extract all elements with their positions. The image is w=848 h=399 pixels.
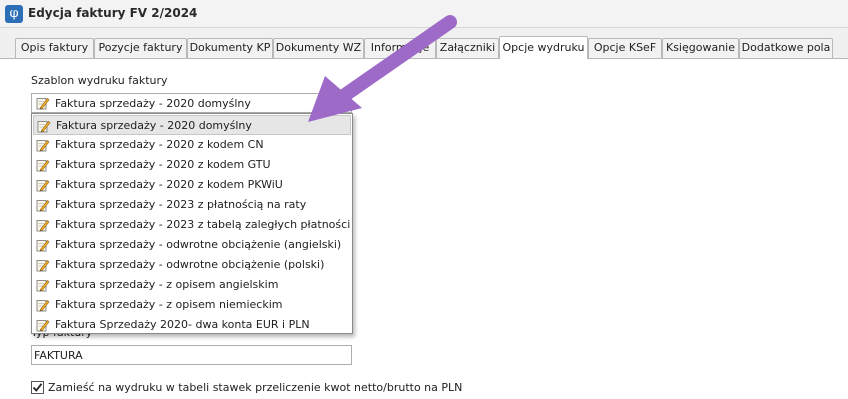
dropdown-option-opis-niemiecki[interactable]: Faktura sprzedaży - z opisem niemieckim bbox=[33, 295, 351, 315]
dropdown-option-label: Faktura Sprzedaży 2020- dwa konta EUR i … bbox=[55, 318, 310, 331]
document-edit-icon bbox=[36, 279, 50, 292]
dropdown-option-label: Faktura sprzedaży - z opisem niemieckim bbox=[55, 298, 283, 311]
template-dropdown-list: Faktura sprzedaży - 2020 domyślny Faktur… bbox=[31, 113, 353, 334]
dropdown-option-2020-domyslny[interactable]: Faktura sprzedaży - 2020 domyślny bbox=[33, 115, 351, 135]
document-edit-icon bbox=[36, 199, 50, 212]
document-edit-icon bbox=[36, 219, 50, 232]
dropdown-option-label: Faktura sprzedaży - odwrotne obciążenie … bbox=[55, 238, 342, 251]
template-combobox-value: Faktura sprzedaży - 2020 domyślny bbox=[55, 97, 251, 110]
document-edit-icon bbox=[36, 319, 50, 332]
tab-pozycje-faktury[interactable]: Pozycje faktury bbox=[94, 38, 187, 58]
tab-opcje-wydruku[interactable]: Opcje wydruku bbox=[499, 36, 588, 59]
dropdown-option-label: Faktura sprzedaży - 2020 z kodem GTU bbox=[55, 158, 271, 171]
tab-opcje-ksef[interactable]: Opcje KSeF bbox=[588, 38, 662, 58]
dropdown-option-label: Faktura sprzedaży - 2023 z tabelą zaległ… bbox=[55, 218, 351, 231]
phi-app-icon: φ bbox=[5, 5, 23, 23]
tab-ksiegowanie[interactable]: Księgowanie bbox=[662, 38, 739, 58]
document-edit-icon bbox=[36, 97, 50, 110]
dropdown-option-2020-kod-cn[interactable]: Faktura sprzedaży - 2020 z kodem CN bbox=[33, 135, 351, 155]
dropdown-option-odwrotne-polski[interactable]: Faktura sprzedaży - odwrotne obciążenie … bbox=[33, 255, 351, 275]
title-bar: φ Edycja faktury FV 2/2024 bbox=[0, 0, 848, 28]
dropdown-option-opis-angielski[interactable]: Faktura sprzedaży - z opisem angielskim bbox=[33, 275, 351, 295]
tab-informacje[interactable]: Informacje bbox=[364, 38, 436, 58]
dropdown-option-2020-kod-pkwiu[interactable]: Faktura sprzedaży - 2020 z kodem PKWiU bbox=[33, 175, 351, 195]
dropdown-option-label: Faktura sprzedaży - 2020 domyślny bbox=[56, 119, 252, 132]
dropdown-option-2020-kod-gtu[interactable]: Faktura sprzedaży - 2020 z kodem GTU bbox=[33, 155, 351, 175]
pln-conversion-checkbox[interactable] bbox=[31, 381, 44, 394]
dropdown-option-label: Faktura sprzedaży - odwrotne obciążenie … bbox=[55, 258, 325, 271]
tab-zalaczniki[interactable]: Załączniki bbox=[436, 38, 499, 58]
tab-dokumenty-wz[interactable]: Dokumenty WZ bbox=[273, 38, 364, 58]
document-edit-icon bbox=[36, 239, 50, 252]
dropdown-option-label: Faktura sprzedaży - 2023 z płatnością na… bbox=[55, 198, 307, 211]
dropdown-option-label: Faktura sprzedaży - 2020 z kodem CN bbox=[55, 138, 264, 151]
dropdown-option-label: Faktura sprzedaży - z opisem angielskim bbox=[55, 278, 279, 291]
tab-dokumenty-kp[interactable]: Dokumenty KP bbox=[187, 38, 273, 58]
tab-strip: Opis faktury Pozycje faktury Dokumenty K… bbox=[0, 36, 848, 59]
dropdown-option-dwa-konta[interactable]: Faktura Sprzedaży 2020- dwa konta EUR i … bbox=[33, 315, 351, 335]
tab-opis-faktury[interactable]: Opis faktury bbox=[15, 38, 94, 58]
document-edit-icon bbox=[36, 299, 50, 312]
dropdown-option-2023-raty[interactable]: Faktura sprzedaży - 2023 z płatnością na… bbox=[33, 195, 351, 215]
document-edit-icon bbox=[36, 139, 50, 152]
dropdown-option-2023-zalegle[interactable]: Faktura sprzedaży - 2023 z tabelą zaległ… bbox=[33, 215, 351, 235]
document-edit-icon bbox=[36, 259, 50, 272]
tab-dodatkowe-pola[interactable]: Dodatkowe pola bbox=[739, 38, 833, 58]
template-combobox[interactable]: Faktura sprzedaży - 2020 domyślny bbox=[31, 93, 352, 113]
dropdown-option-odwrotne-angielski[interactable]: Faktura sprzedaży - odwrotne obciążenie … bbox=[33, 235, 351, 255]
checkmark-icon bbox=[32, 383, 43, 392]
invoice-type-field[interactable]: FAKTURA bbox=[31, 345, 352, 365]
document-edit-icon bbox=[36, 159, 50, 172]
window-title: Edycja faktury FV 2/2024 bbox=[28, 6, 198, 20]
pln-conversion-label: Zamieść na wydruku w tabeli stawek przel… bbox=[48, 381, 463, 394]
template-label: Szablon wydruku faktury bbox=[31, 74, 168, 87]
tab-divider bbox=[0, 58, 848, 59]
dropdown-option-label: Faktura sprzedaży - 2020 z kodem PKWiU bbox=[55, 178, 283, 191]
document-edit-icon bbox=[36, 179, 50, 192]
document-edit-icon bbox=[37, 120, 51, 133]
